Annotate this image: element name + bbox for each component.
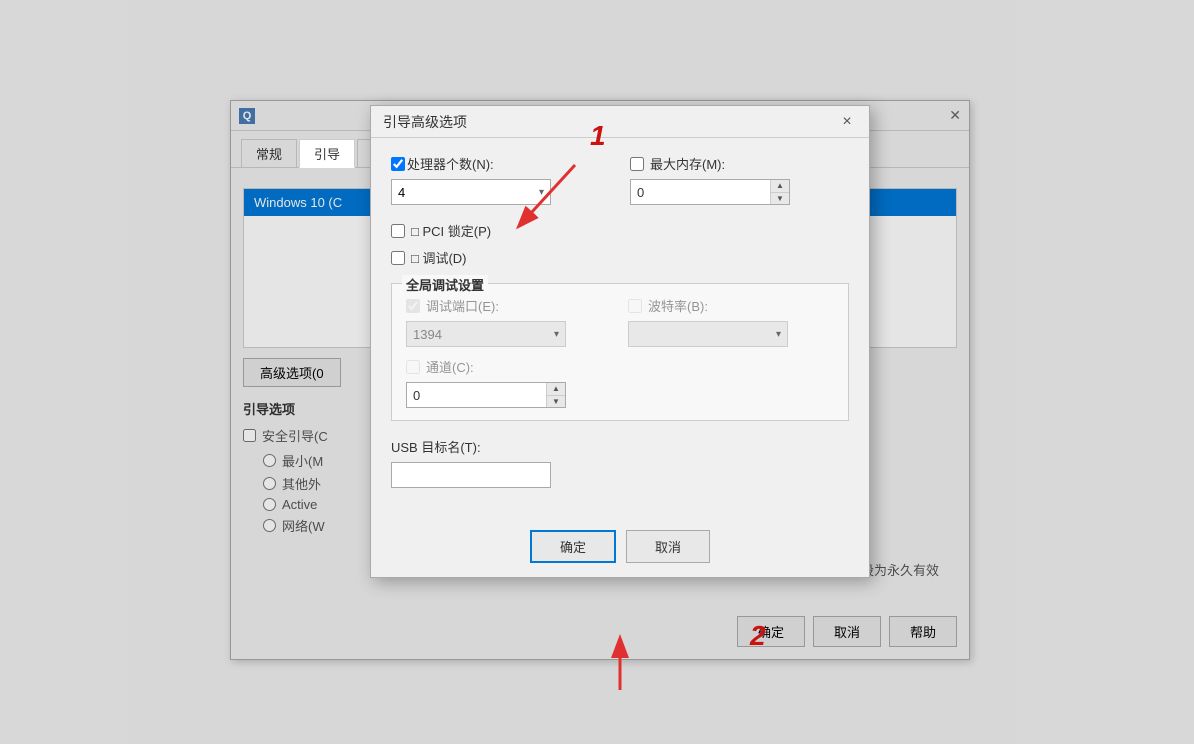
max-memory-row: 最大内存(M): [630, 154, 849, 173]
global-debug-group: 全局调试设置 调试端口(E): 1394 ▾ [391, 283, 849, 421]
channel-input[interactable] [407, 386, 546, 405]
baud-rate-arrow: ▾ [776, 329, 781, 340]
channel-spinbox-row: ▲ ▼ [406, 382, 612, 408]
pci-lock-checkbox[interactable] [391, 224, 405, 238]
global-debug-title: 全局调试设置 [402, 275, 488, 294]
debug-row: □ 调试(D) [391, 248, 849, 267]
channel-checkbox[interactable] [406, 360, 420, 374]
baud-rate-dropdown[interactable]: ▾ [628, 321, 788, 347]
channel-spinbox-up[interactable]: ▲ [547, 383, 565, 396]
debug-port-label: 调试端口(E): [426, 296, 499, 315]
max-memory-spinbox-row: ▲ ▼ [630, 179, 849, 205]
max-memory-input[interactable] [631, 183, 770, 202]
processor-dropdown-row: 4 ▾ [391, 179, 610, 205]
baud-rate-checkbox-row: 波特率(B): [628, 296, 834, 315]
debug-port-row: 调试端口(E): 1394 ▾ 波特率(B): [406, 296, 834, 347]
debug-port-arrow: ▾ [554, 329, 559, 340]
debug-port-dropdown-row: 1394 ▾ [406, 321, 612, 347]
tab-boot[interactable]: 引导 [299, 139, 355, 168]
max-memory-label: 最大内存(M): [650, 154, 725, 173]
spinbox-up[interactable]: ▲ [771, 180, 789, 193]
channel-spinbox-btns: ▲ ▼ [546, 383, 565, 407]
modal-close-button[interactable]: × [837, 112, 857, 132]
modal-body: 处理器个数(N): 4 ▾ 最大内存(M): [371, 138, 869, 520]
baud-rate-dropdown-row: ▾ [628, 321, 834, 347]
debug-port-col: 调试端口(E): 1394 ▾ [406, 296, 612, 347]
debug-label: □ 调试(D) [411, 248, 467, 267]
usb-section: USB 目标名(T): [391, 437, 849, 488]
channel-spinbox-down[interactable]: ▼ [547, 396, 565, 408]
channel-label: 通道(C): [426, 357, 474, 376]
modal-ok-button[interactable]: 确定 [530, 530, 616, 563]
usb-label: USB 目标名(T): [391, 437, 849, 456]
baud-rate-col: 波特率(B): ▾ [628, 296, 834, 347]
max-memory-checkbox[interactable] [630, 157, 644, 171]
channel-row: 通道(C): ▲ ▼ [406, 357, 834, 408]
usb-target-input[interactable] [391, 462, 551, 488]
dropdown-arrow: ▾ [539, 187, 544, 198]
baud-rate-label: 波特率(B): [648, 296, 708, 315]
max-memory-col: 最大内存(M): ▲ ▼ [630, 154, 849, 205]
channel-col: 通道(C): ▲ ▼ [406, 357, 612, 408]
modal-title: 引导高级选项 [383, 112, 467, 132]
pci-lock-row: □ PCI 锁定(P) [391, 221, 849, 240]
processor-count-dropdown[interactable]: 4 ▾ [391, 179, 551, 205]
modal-top-section: 处理器个数(N): 4 ▾ 最大内存(M): [391, 154, 849, 205]
channel-spinbox[interactable]: ▲ ▼ [406, 382, 566, 408]
modal-dialog: 引导高级选项 × 处理器个数(N): 4 ▾ [370, 105, 870, 578]
processor-count-label: 处理器个数(N): [407, 154, 494, 173]
modal-titlebar: 引导高级选项 × [371, 106, 869, 138]
channel-checkbox-row: 通道(C): [406, 357, 612, 376]
spinbox-down[interactable]: ▼ [771, 193, 789, 205]
modal-middle-section: □ PCI 锁定(P) □ 调试(D) [391, 221, 849, 267]
max-memory-spinbox[interactable]: ▲ ▼ [630, 179, 790, 205]
baud-rate-checkbox[interactable] [628, 299, 642, 313]
debug-port-dropdown[interactable]: 1394 ▾ [406, 321, 566, 347]
processor-count-row: 处理器个数(N): [391, 154, 610, 173]
debug-checkbox[interactable] [391, 251, 405, 265]
spinbox-buttons: ▲ ▼ [770, 180, 789, 204]
processor-count-checkbox[interactable] [391, 157, 405, 171]
pci-lock-label: □ PCI 锁定(P) [411, 221, 491, 240]
debug-port-checkbox[interactable] [406, 299, 420, 313]
modal-cancel-button[interactable]: 取消 [626, 530, 710, 563]
debug-port-checkbox-row: 调试端口(E): [406, 296, 612, 315]
modal-footer: 确定 取消 [371, 520, 869, 577]
processor-col: 处理器个数(N): 4 ▾ [391, 154, 610, 205]
